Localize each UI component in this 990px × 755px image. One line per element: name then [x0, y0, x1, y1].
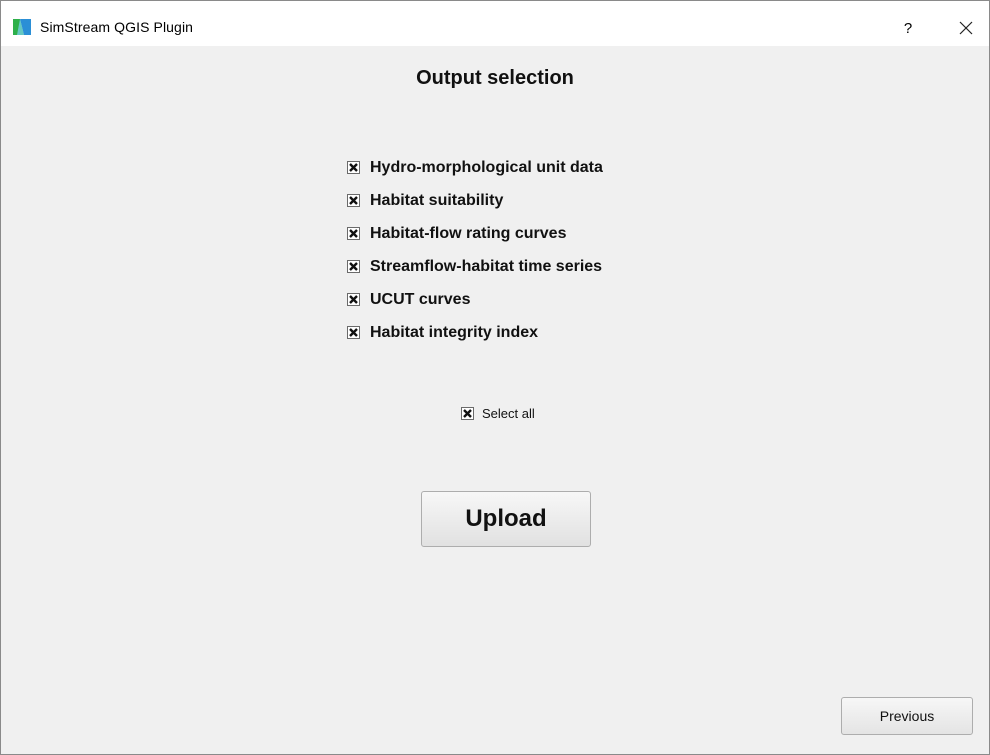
checkbox[interactable] [347, 293, 360, 306]
select-all-checkbox[interactable] [461, 407, 474, 420]
plugin-dialog: SimStream QGIS Plugin ? Output selection… [0, 0, 990, 755]
checkbox[interactable] [347, 194, 360, 207]
help-button[interactable]: ? [885, 11, 931, 45]
checkmark-x-icon [349, 262, 358, 271]
option-ucut-curves[interactable]: UCUT curves [347, 283, 603, 316]
checkmark-x-icon [349, 229, 358, 238]
option-habitat-flow-rating-curves[interactable]: Habitat-flow rating curves [347, 217, 603, 250]
select-all-label: Select all [482, 406, 535, 421]
output-options-list: Hydro-morphological unit data Habitat su… [347, 151, 603, 349]
option-streamflow-habitat-time-series[interactable]: Streamflow-habitat time series [347, 250, 603, 283]
checkbox[interactable] [347, 227, 360, 240]
option-label: Habitat-flow rating curves [370, 224, 567, 242]
checkbox[interactable] [347, 161, 360, 174]
window-title: SimStream QGIS Plugin [40, 19, 194, 35]
checkmark-x-icon [349, 295, 358, 304]
close-icon [959, 21, 973, 35]
option-hydro-morphological-unit-data[interactable]: Hydro-morphological unit data [347, 151, 603, 184]
checkmark-x-icon [349, 196, 358, 205]
checkbox[interactable] [347, 260, 360, 273]
checkbox[interactable] [347, 326, 360, 339]
checkmark-x-icon [349, 163, 358, 172]
checkmark-x-icon [349, 328, 358, 337]
option-habitat-suitability[interactable]: Habitat suitability [347, 184, 603, 217]
page-title: Output selection [416, 67, 574, 89]
option-label: Habitat integrity index [370, 323, 539, 341]
select-all-toggle[interactable]: Select all [461, 406, 535, 421]
simstream-logo-icon [13, 19, 31, 35]
checkmark-x-icon [463, 409, 472, 418]
option-label: Streamflow-habitat time series [370, 257, 603, 275]
option-label: Hydro-morphological unit data [370, 158, 603, 176]
option-label: Habitat suitability [370, 191, 504, 209]
upload-button[interactable]: Upload [421, 491, 591, 547]
previous-button[interactable]: Previous [841, 697, 973, 735]
close-button[interactable] [943, 11, 989, 45]
option-habitat-integrity-index[interactable]: Habitat integrity index [347, 316, 603, 349]
title-bar[interactable]: SimStream QGIS Plugin ? [1, 1, 989, 46]
option-label: UCUT curves [370, 290, 471, 308]
